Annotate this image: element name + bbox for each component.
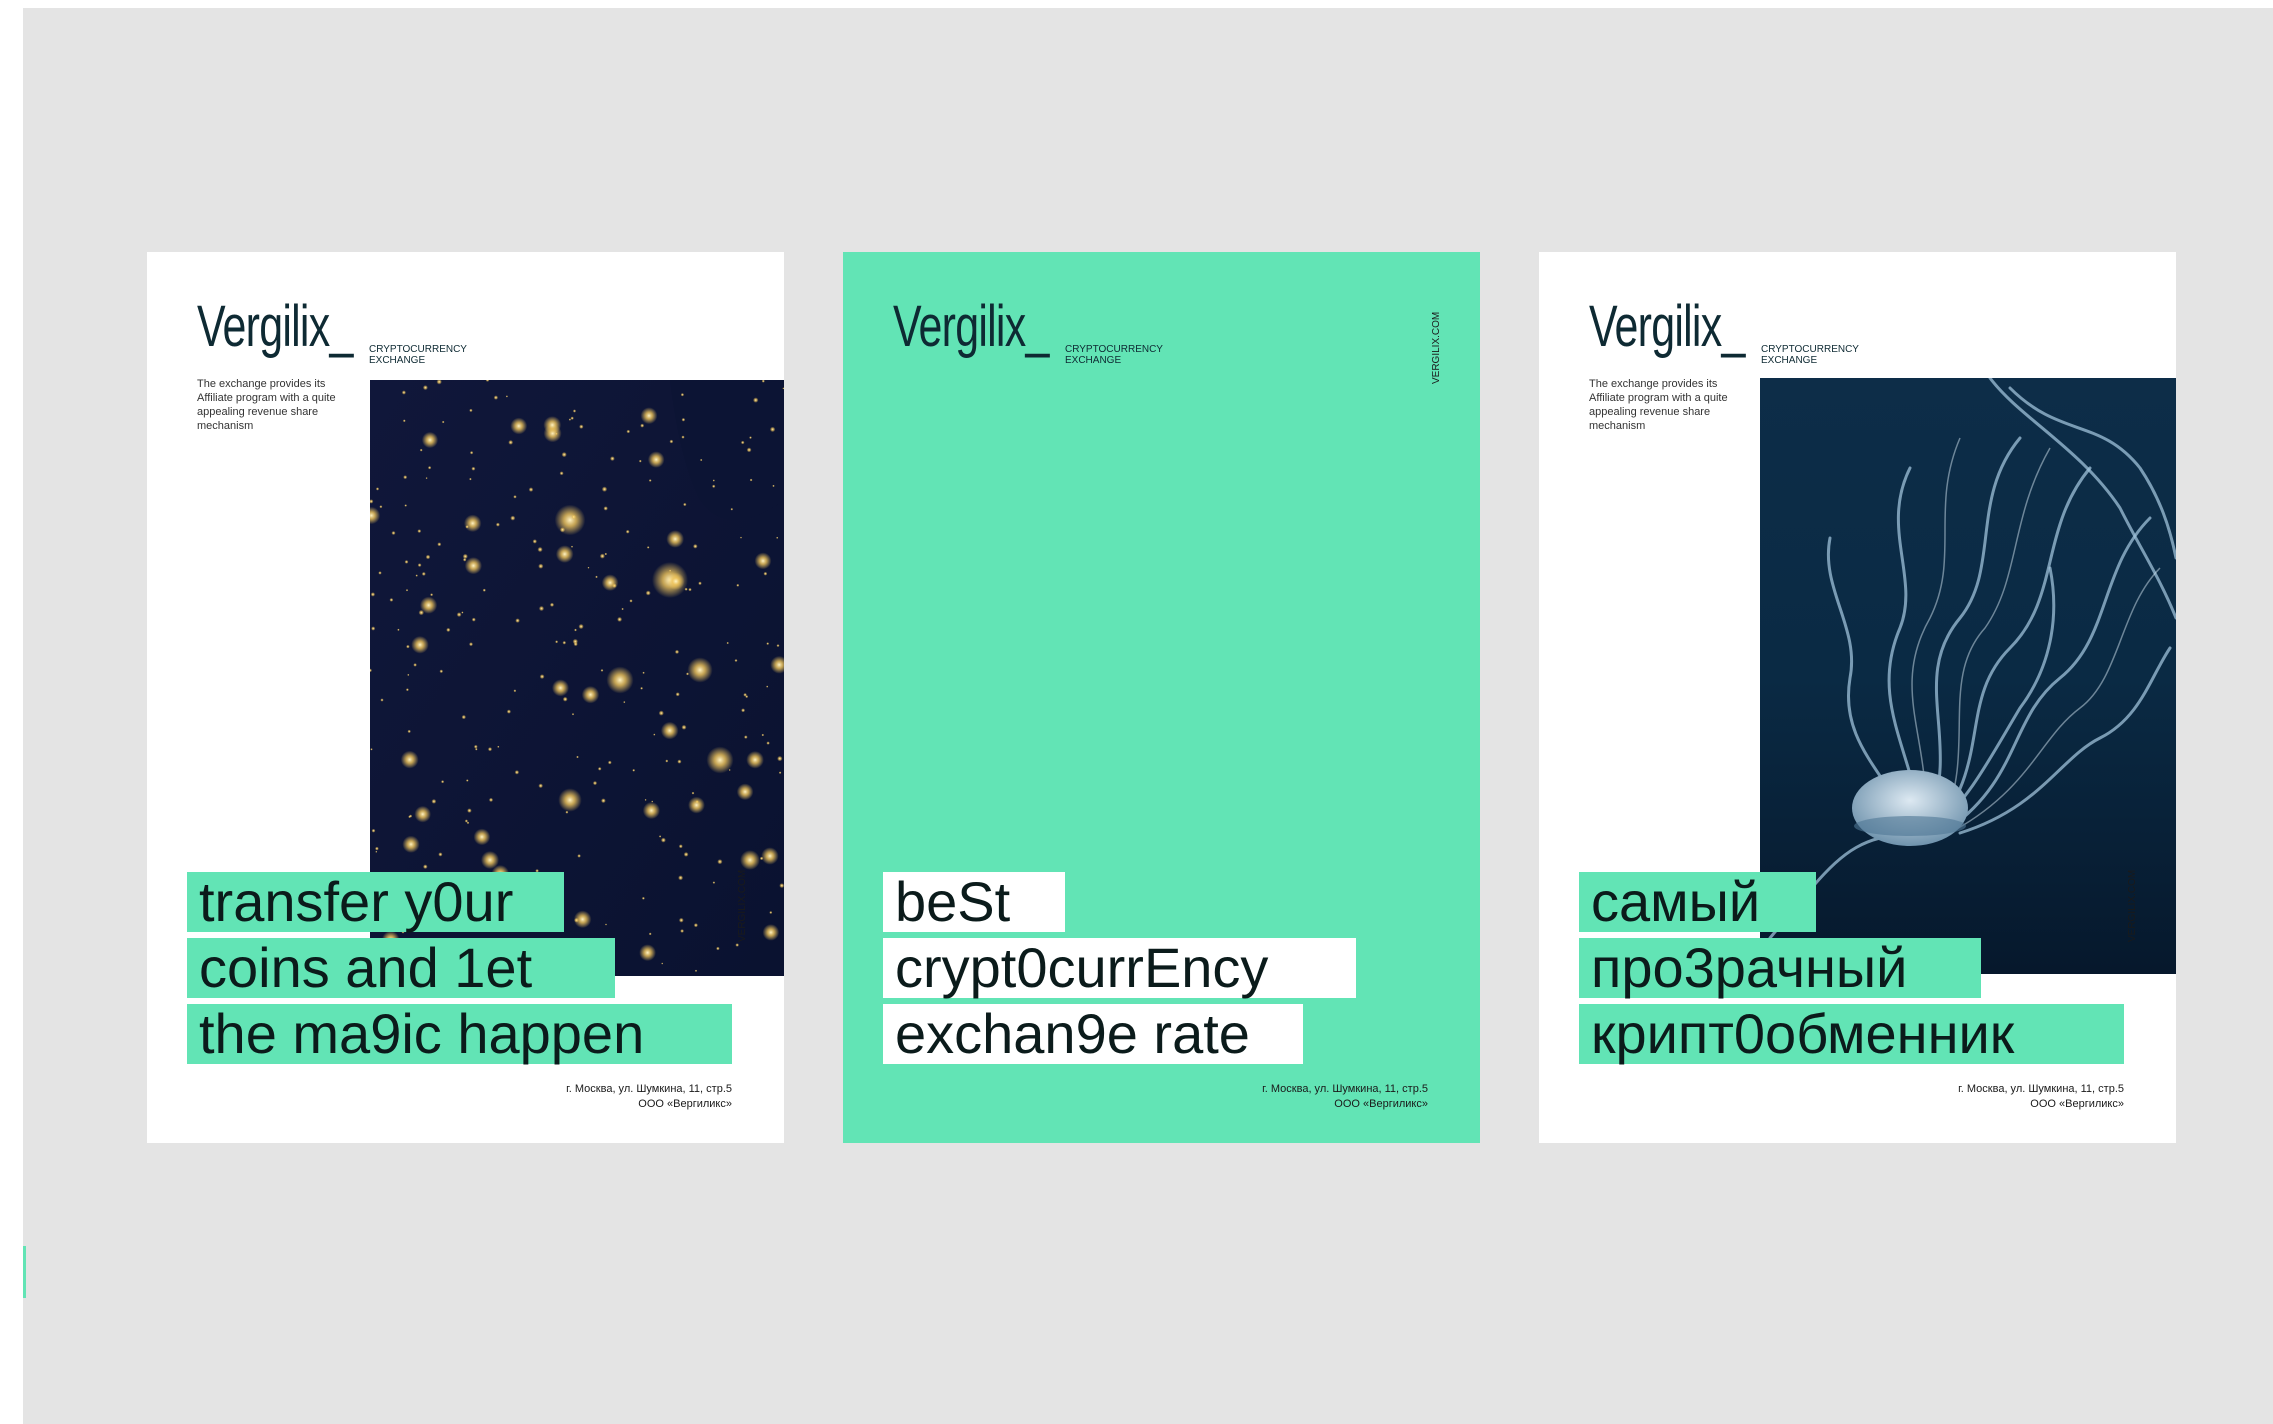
- side-url: VERGILIX.COM: [1431, 311, 1442, 384]
- headline-line: про3рачный: [1579, 938, 1981, 998]
- edge-accent-mark: [23, 1246, 26, 1298]
- headline-line: crypt0currEncy: [883, 938, 1356, 998]
- logo-tagline: CRYPTOCURRENCY EXCHANGE: [369, 344, 467, 366]
- jellyfish-image: [1760, 378, 2176, 974]
- logo-wordmark: Vergilix_: [1589, 294, 1745, 359]
- address: г. Москва, ул. Шумкина, 11, стр.5 ООО «В…: [1262, 1083, 1428, 1110]
- poster-best-rate: Vergilix_ CRYPTOCURRENCY EXCHANGE VERGIL…: [843, 252, 1480, 1143]
- headline-line: exchan9e rate: [883, 1004, 1303, 1064]
- headline-line: крипт0обменник: [1579, 1004, 2124, 1064]
- logo-wordmark: Vergilix_: [197, 294, 353, 359]
- headline-line: beSt: [883, 872, 1065, 932]
- logo-wordmark: Vergilix_: [893, 294, 1049, 359]
- poster-affiliate: Vergilix_ CRYPTOCURRENCY EXCHANGE The ex…: [147, 252, 784, 1143]
- poster-description: The exchange provides its Affiliate prog…: [1589, 378, 1728, 432]
- side-url: VERGILIX.COM: [737, 869, 748, 942]
- side-url: VERGILIX.COM: [2127, 869, 2138, 942]
- logo-tagline: CRYPTOCURRENCY EXCHANGE: [1761, 344, 1859, 366]
- poster-description: The exchange provides its Affiliate prog…: [197, 378, 336, 432]
- headline-line: coins and 1et: [187, 938, 615, 998]
- headline-line: самый: [1579, 872, 1816, 932]
- address: г. Москва, ул. Шумкина, 11, стр.5 ООО «В…: [566, 1083, 732, 1110]
- logo-tagline: CRYPTOCURRENCY EXCHANGE: [1065, 344, 1163, 366]
- poster-transparent: Vergilix_ CRYPTOCURRENCY EXCHANGE The ex…: [1539, 252, 2176, 1143]
- headline-line: transfer y0ur: [187, 872, 564, 932]
- headline-line: the ma9ic happen: [187, 1004, 732, 1064]
- address: г. Москва, ул. Шумкина, 11, стр.5 ООО «В…: [1958, 1083, 2124, 1110]
